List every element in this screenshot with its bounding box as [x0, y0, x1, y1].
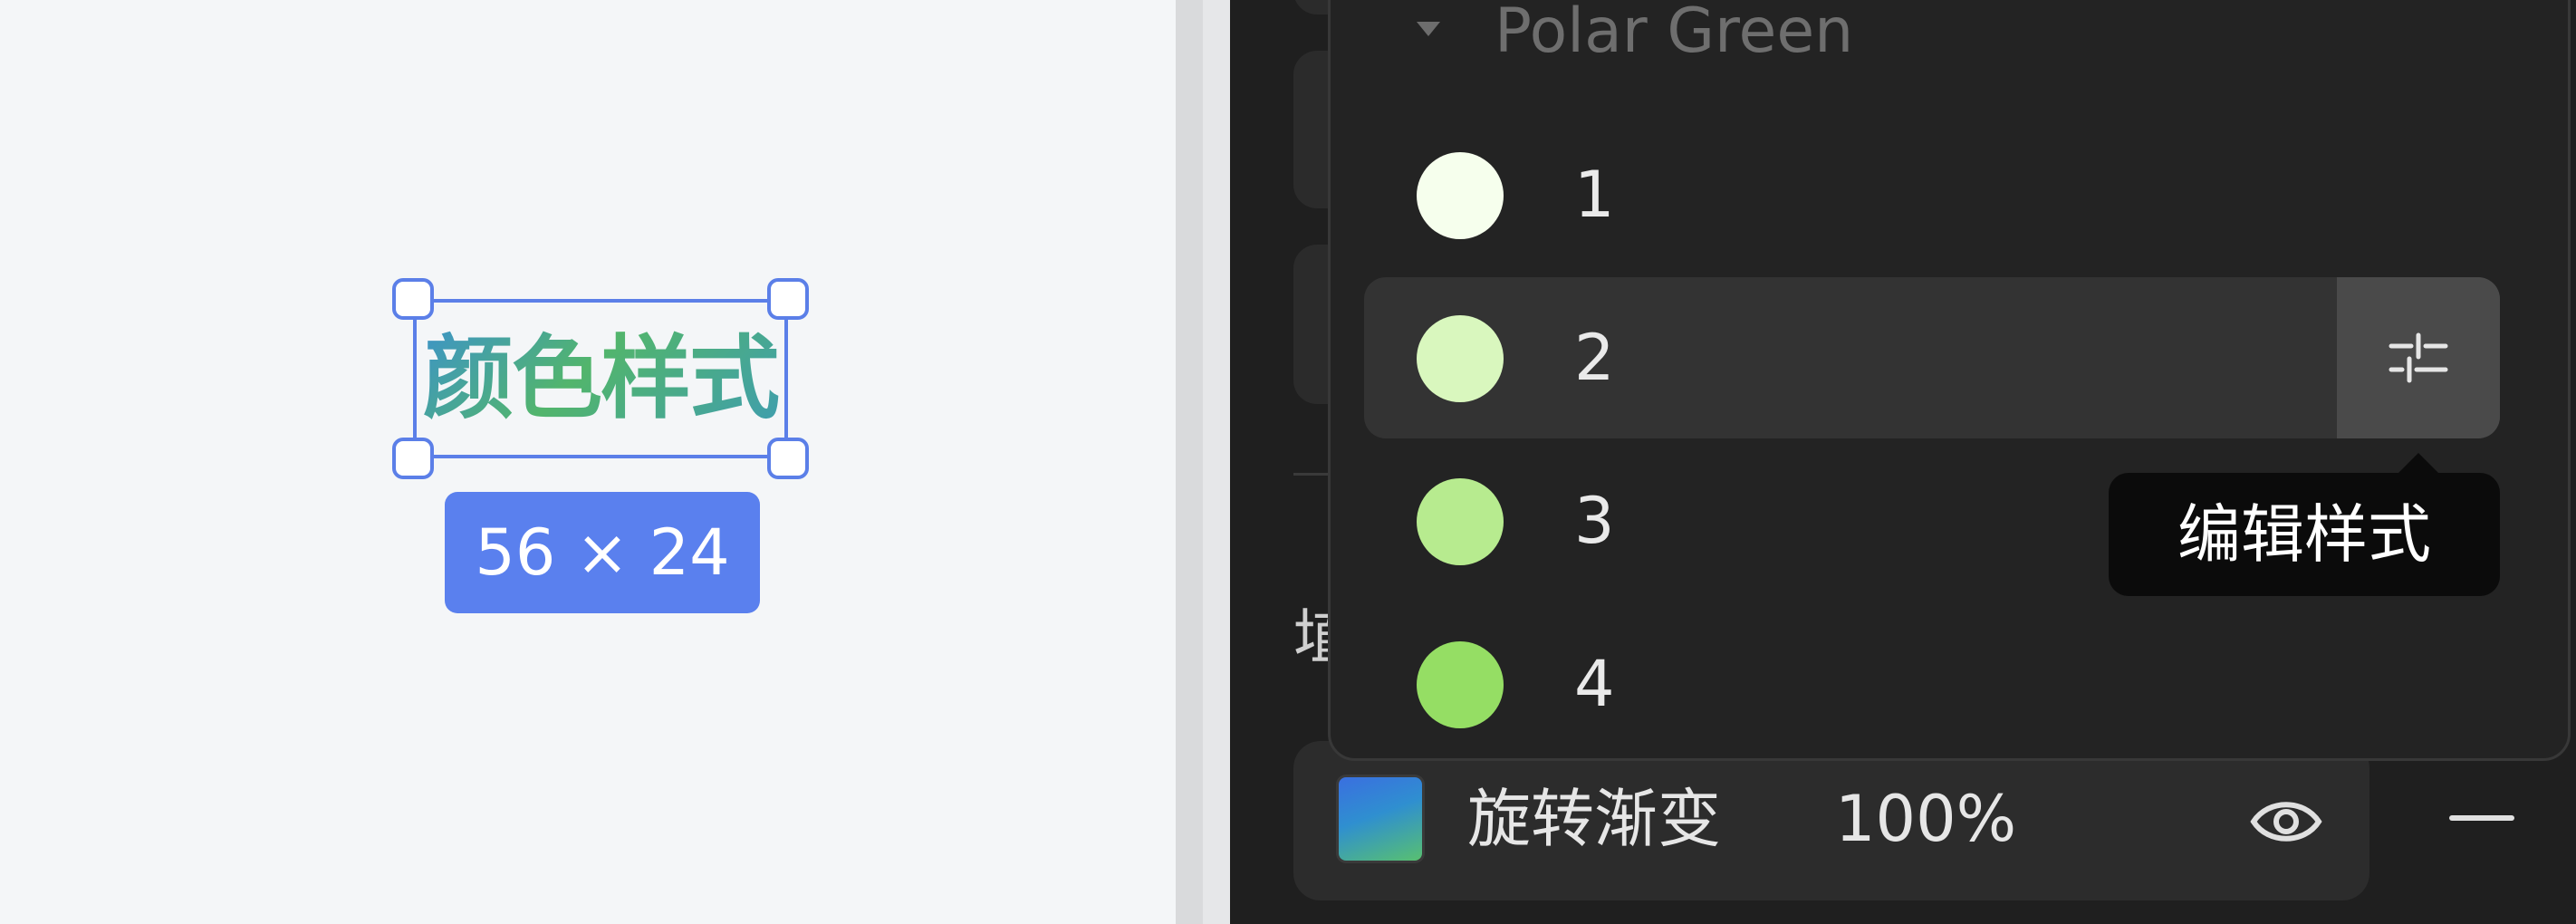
- remove-icon[interactable]: [2449, 815, 2514, 821]
- fill-row[interactable]: [1293, 741, 2369, 900]
- color-group-title[interactable]: Polar Green: [1495, 0, 1853, 69]
- color-dot: [1417, 152, 1504, 239]
- design-canvas[interactable]: 颜色样式 56 × 24: [0, 0, 1176, 924]
- color-style-item[interactable]: 1: [1364, 114, 2500, 275]
- color-dot: [1417, 641, 1504, 728]
- style-settings-icon: [2389, 332, 2448, 383]
- selection-box[interactable]: [413, 299, 788, 458]
- resize-handle-bottom-right[interactable]: [767, 438, 809, 479]
- fill-swatch[interactable]: [1339, 777, 1422, 861]
- color-dot: [1417, 478, 1504, 565]
- resize-handle-bottom-left[interactable]: [392, 438, 434, 479]
- color-style-label: 1: [1574, 158, 1615, 232]
- panel-splitter[interactable]: [1176, 0, 1203, 924]
- size-badge: 56 × 24: [445, 492, 760, 613]
- color-style-label: 2: [1574, 321, 1615, 395]
- fill-style-name[interactable]: 旋转渐变: [1467, 779, 1721, 859]
- color-style-label: 3: [1574, 484, 1615, 558]
- color-style-item[interactable]: 2: [1364, 277, 2500, 438]
- edit-style-tooltip: 编辑样式: [2109, 473, 2500, 596]
- fill-opacity[interactable]: 100%: [1835, 779, 2016, 859]
- color-style-label: 4: [1574, 647, 1615, 721]
- resize-handle-top-right[interactable]: [767, 278, 809, 320]
- color-dot: [1417, 315, 1504, 402]
- color-style-item[interactable]: 4: [1364, 603, 2500, 765]
- eye-icon[interactable]: [2250, 792, 2322, 852]
- edit-style-button[interactable]: [2337, 277, 2500, 438]
- resize-handle-top-left[interactable]: [392, 278, 434, 320]
- tooltip-arrow: [2398, 453, 2438, 473]
- panel-splitter-edge: [1203, 0, 1230, 924]
- caret-down-icon[interactable]: [1417, 22, 1440, 36]
